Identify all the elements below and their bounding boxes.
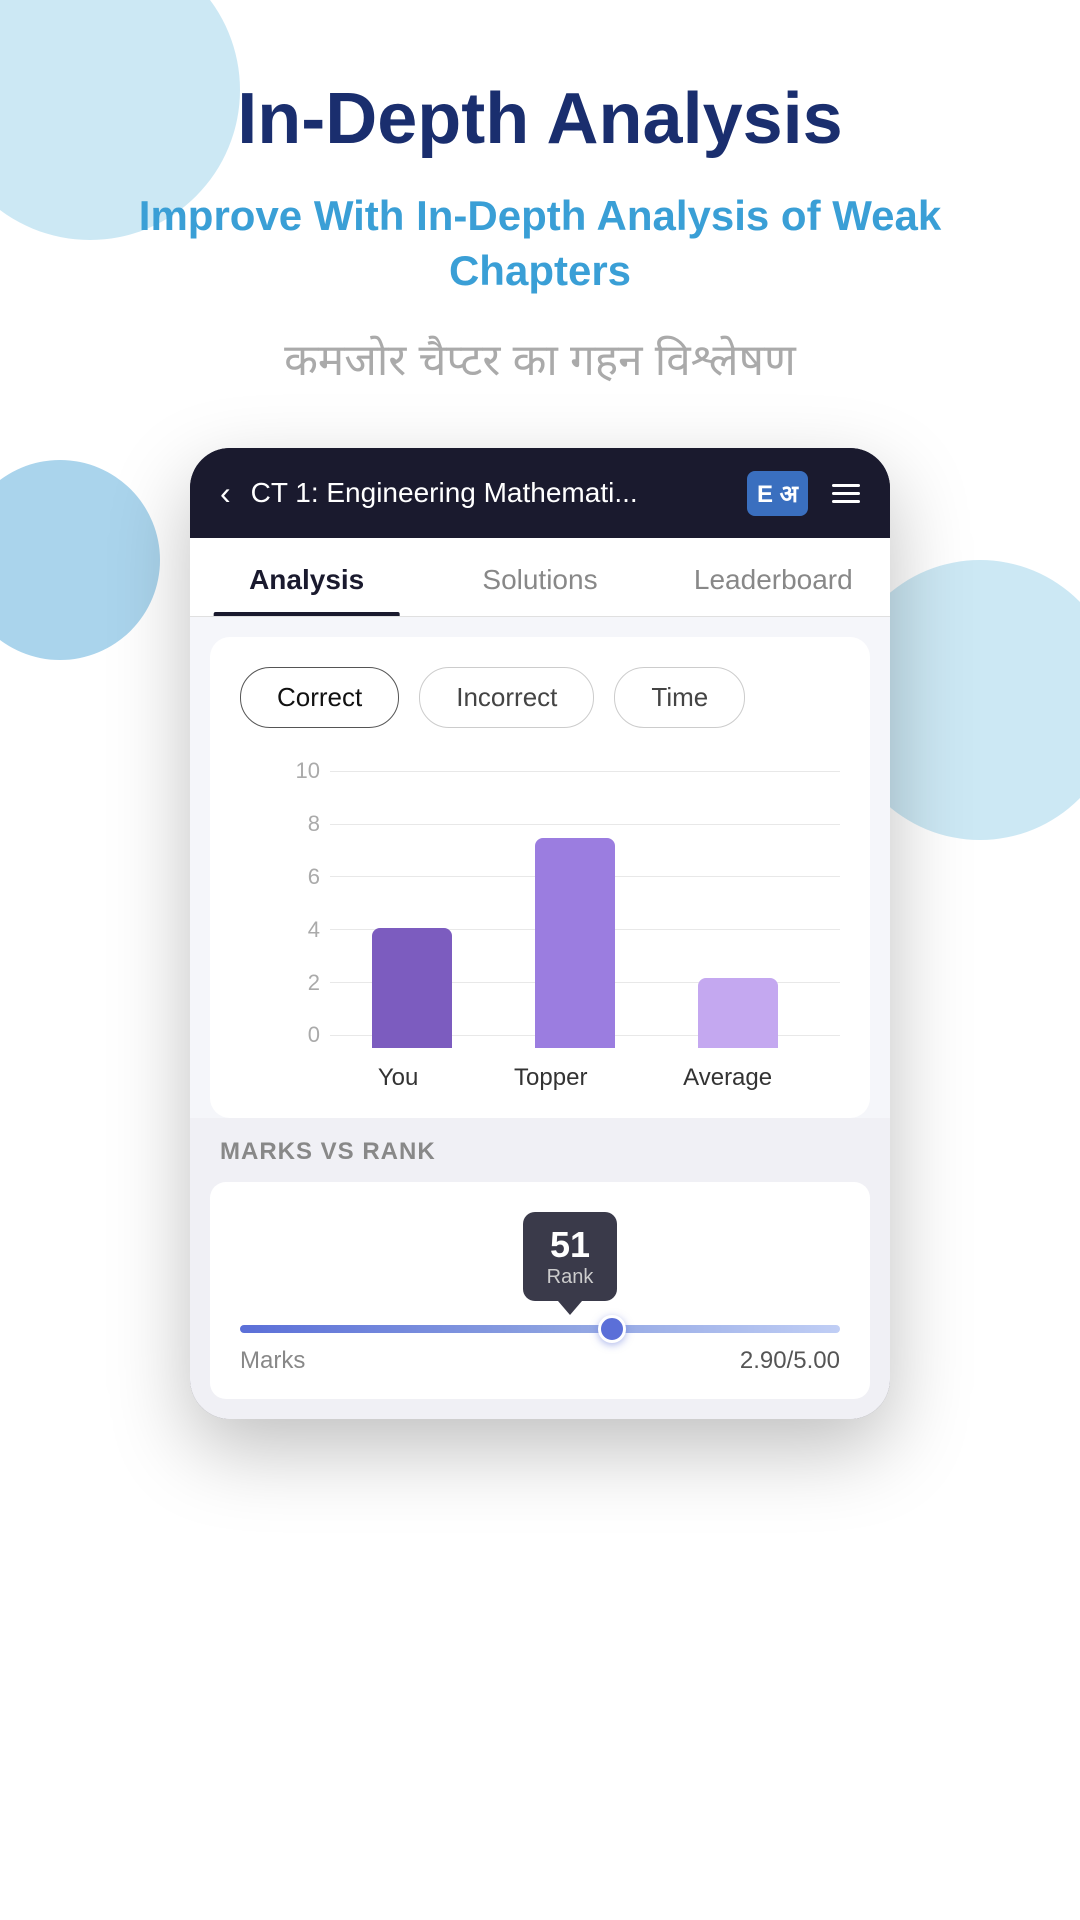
grid-label-2: 2 bbox=[280, 970, 320, 996]
grid-label-6: 6 bbox=[280, 864, 320, 890]
marks-rank-title: MARKS VS RANK bbox=[210, 1138, 870, 1166]
menu-line-3 bbox=[832, 500, 860, 503]
menu-line-2 bbox=[832, 492, 860, 495]
bar-you-group bbox=[372, 928, 452, 1048]
slider-footer: Marks 2.90/5.00 bbox=[240, 1347, 840, 1375]
chart-section: Correct Incorrect Time 10 8 bbox=[210, 637, 870, 1118]
grid-label-10: 10 bbox=[280, 758, 320, 784]
marks-label: Marks bbox=[240, 1347, 305, 1375]
subtitle-english: Improve With In-Depth Analysis of Weak C… bbox=[0, 189, 1080, 298]
filter-time[interactable]: Time bbox=[614, 667, 745, 728]
rank-bubble: 51 Rank bbox=[523, 1212, 618, 1301]
header-title: CT 1: Engineering Mathemati... bbox=[251, 477, 747, 509]
back-button[interactable]: ‹ bbox=[220, 475, 231, 512]
bar-label-average: Average bbox=[683, 1064, 772, 1092]
rank-number: 51 bbox=[550, 1224, 590, 1266]
slider-thumb[interactable] bbox=[598, 1315, 626, 1343]
rank-label: Rank bbox=[547, 1266, 594, 1289]
grid-label-0: 0 bbox=[280, 1022, 320, 1048]
menu-line-1 bbox=[832, 484, 860, 487]
phone-header: ‹ CT 1: Engineering Mathemati... E अ bbox=[190, 448, 890, 538]
tab-leaderboard[interactable]: Leaderboard bbox=[657, 538, 890, 616]
rank-indicator: 51 Rank bbox=[240, 1212, 840, 1301]
book-icon[interactable]: E अ bbox=[747, 471, 808, 516]
main-title: In-Depth Analysis bbox=[237, 80, 842, 159]
phone-body: Analysis Solutions Leaderboard Correct I… bbox=[190, 538, 890, 1419]
tabs-bar: Analysis Solutions Leaderboard bbox=[190, 538, 890, 617]
marks-value: 2.90/5.00 bbox=[740, 1347, 840, 1375]
bar-topper bbox=[535, 838, 615, 1048]
bars-container bbox=[330, 758, 820, 1048]
filter-buttons: Correct Incorrect Time bbox=[240, 667, 840, 728]
slider-track[interactable] bbox=[240, 1325, 840, 1333]
bar-you bbox=[372, 928, 452, 1048]
grid-label-8: 8 bbox=[280, 811, 320, 837]
bar-label-topper: Topper bbox=[514, 1064, 587, 1092]
marks-rank-section: MARKS VS RANK 51 Rank bbox=[190, 1118, 890, 1419]
bar-average bbox=[698, 978, 778, 1048]
menu-icon[interactable] bbox=[832, 484, 860, 503]
tab-solutions[interactable]: Solutions bbox=[423, 538, 656, 616]
bar-labels-row: You Topper Average bbox=[330, 1064, 820, 1092]
filter-incorrect[interactable]: Incorrect bbox=[419, 667, 594, 728]
marks-rank-card: 51 Rank Marks 2.90/5.00 bbox=[210, 1182, 870, 1399]
grid-label-4: 4 bbox=[280, 917, 320, 943]
filter-correct[interactable]: Correct bbox=[240, 667, 399, 728]
bar-chart: 10 8 6 4 bbox=[240, 758, 840, 1098]
slider-container: Marks 2.90/5.00 bbox=[240, 1325, 840, 1375]
bar-average-group bbox=[698, 978, 778, 1048]
subtitle-hindi: कमजोर चैप्टर का गहन विश्लेषण bbox=[224, 328, 856, 388]
tab-analysis[interactable]: Analysis bbox=[190, 538, 423, 616]
bar-label-you: You bbox=[378, 1064, 419, 1092]
header-icons: E अ bbox=[747, 471, 860, 516]
phone-mockup: ‹ CT 1: Engineering Mathemati... E अ Ana… bbox=[190, 448, 890, 1419]
bar-topper-group bbox=[535, 838, 615, 1048]
